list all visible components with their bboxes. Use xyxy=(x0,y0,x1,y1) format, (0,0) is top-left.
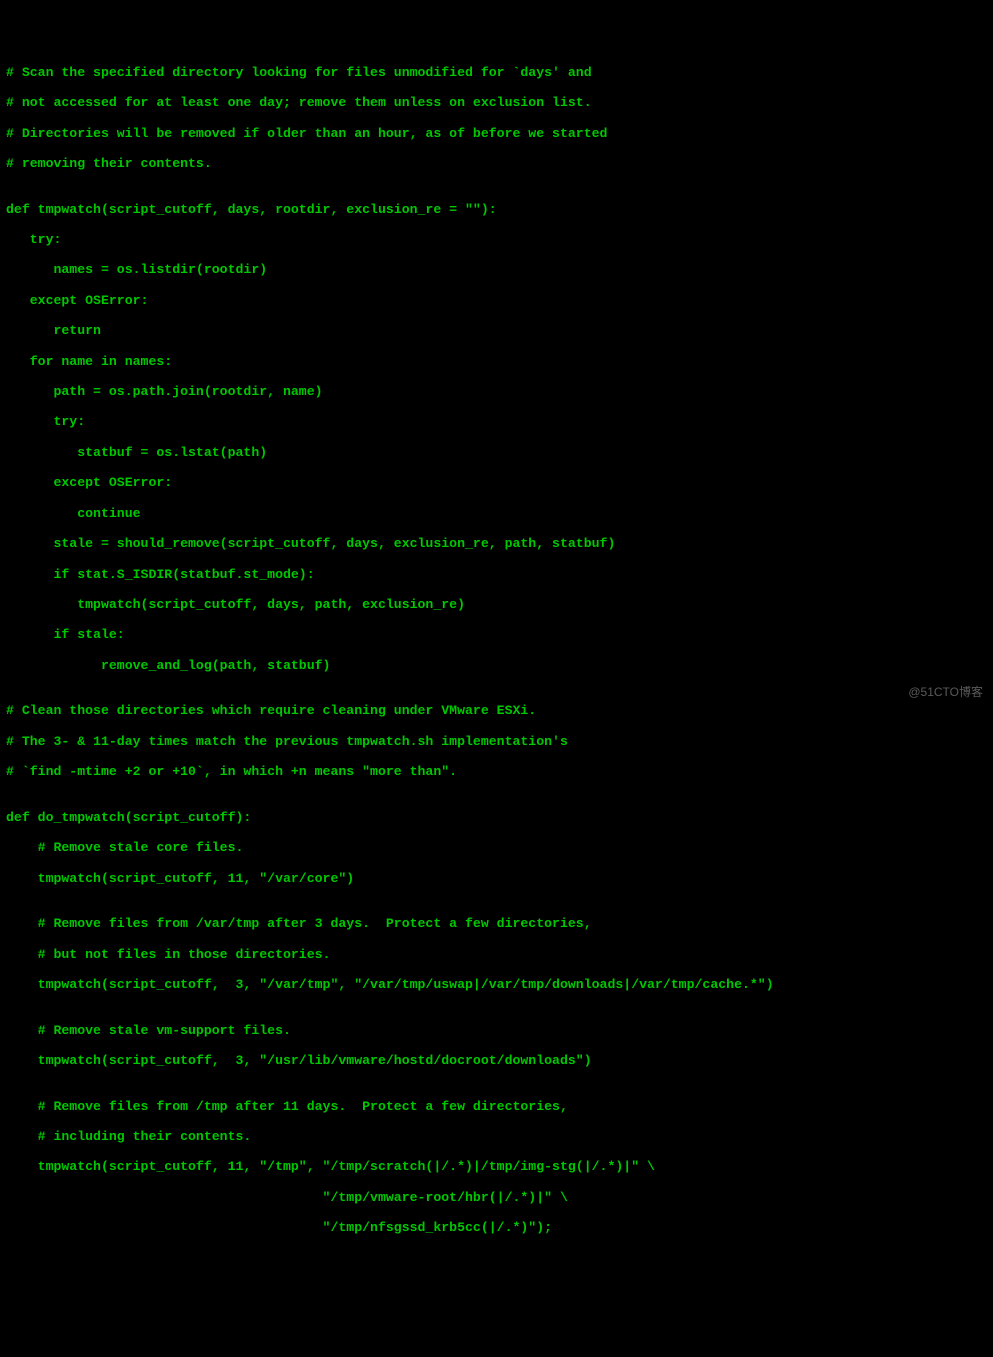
code-line: "/tmp/vmware-root/hbr(|/.*)|" \ xyxy=(6,1190,987,1205)
code-line: # Scan the specified directory looking f… xyxy=(6,65,987,80)
code-line: if stat.S_ISDIR(statbuf.st_mode): xyxy=(6,567,987,582)
code-line: path = os.path.join(rootdir, name) xyxy=(6,384,987,399)
code-line: def do_tmpwatch(script_cutoff): xyxy=(6,810,987,825)
code-line: tmpwatch(script_cutoff, 3, "/var/tmp", "… xyxy=(6,977,987,992)
code-line: # The 3- & 11-day times match the previo… xyxy=(6,734,987,749)
code-line: def tmpwatch(script_cutoff, days, rootdi… xyxy=(6,202,987,217)
code-line: try: xyxy=(6,232,987,247)
code-line: for name in names: xyxy=(6,354,987,369)
code-line: except OSError: xyxy=(6,475,987,490)
code-line: names = os.listdir(rootdir) xyxy=(6,262,987,277)
code-line: stale = should_remove(script_cutoff, day… xyxy=(6,536,987,551)
code-line: # Directories will be removed if older t… xyxy=(6,126,987,141)
code-line: # including their contents. xyxy=(6,1129,987,1144)
code-line: # Remove files from /var/tmp after 3 day… xyxy=(6,916,987,931)
code-line: remove_and_log(path, statbuf) xyxy=(6,658,987,673)
code-line: except OSError: xyxy=(6,293,987,308)
code-line: tmpwatch(script_cutoff, 3, "/usr/lib/vmw… xyxy=(6,1053,987,1068)
code-line: tmpwatch(script_cutoff, 11, "/tmp", "/tm… xyxy=(6,1159,987,1174)
code-line: # removing their contents. xyxy=(6,156,987,171)
code-line: # Remove stale core files. xyxy=(6,840,987,855)
code-line: tmpwatch(script_cutoff, 11, "/var/core") xyxy=(6,871,987,886)
terminal-viewport[interactable]: # Scan the specified directory looking f… xyxy=(6,65,987,1251)
code-line: # Remove files from /tmp after 11 days. … xyxy=(6,1099,987,1114)
code-line: return xyxy=(6,323,987,338)
code-line: # `find -mtime +2 or +10`, in which +n m… xyxy=(6,764,987,779)
code-line: continue xyxy=(6,506,987,521)
code-line: # Remove stale vm-support files. xyxy=(6,1023,987,1038)
code-line: "/tmp/nfsgssd_krb5cc(|/.*)"); xyxy=(6,1220,987,1235)
code-line: # not accessed for at least one day; rem… xyxy=(6,95,987,110)
code-line: # but not files in those directories. xyxy=(6,947,987,962)
code-line: if stale: xyxy=(6,627,987,642)
watermark-label: @51CTO博客 xyxy=(908,685,983,700)
code-line: statbuf = os.lstat(path) xyxy=(6,445,987,460)
code-line: try: xyxy=(6,414,987,429)
code-line: tmpwatch(script_cutoff, days, path, excl… xyxy=(6,597,987,612)
